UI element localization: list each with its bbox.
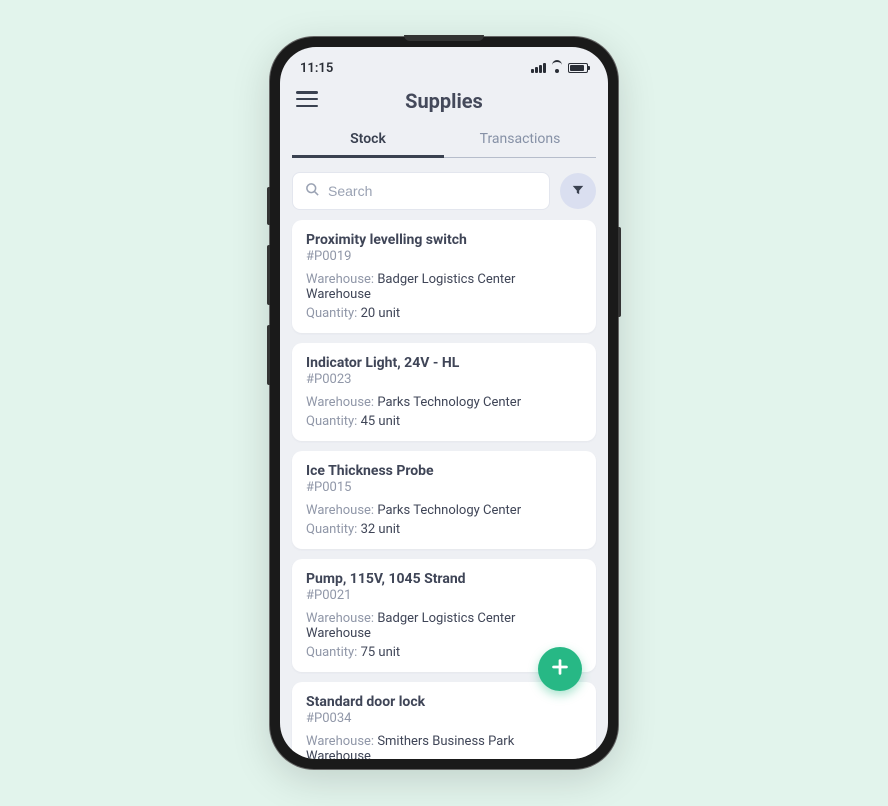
add-button[interactable] bbox=[538, 647, 582, 691]
item-name: Standard door lock bbox=[306, 694, 582, 710]
item-id: #P0021 bbox=[306, 588, 582, 603]
item-id: #P0019 bbox=[306, 249, 582, 264]
status-indicators bbox=[531, 63, 588, 73]
battery-icon bbox=[568, 63, 588, 73]
tabs: Stock Transactions bbox=[292, 123, 596, 158]
search-icon bbox=[305, 182, 320, 201]
item-id: #P0023 bbox=[306, 372, 582, 387]
list-item[interactable]: Standard door lock #P0034 Warehouse: Smi… bbox=[292, 682, 596, 759]
wifi-icon bbox=[550, 63, 564, 73]
filter-button[interactable] bbox=[560, 173, 596, 209]
item-warehouse: Warehouse: Parks Technology Center bbox=[306, 503, 582, 518]
tab-label: Stock bbox=[350, 131, 386, 147]
item-quantity: Quantity: 20 unit bbox=[306, 306, 582, 321]
item-warehouse: Warehouse: Badger Logistics Center Wareh… bbox=[306, 611, 582, 641]
list-item[interactable]: Indicator Light, 24V - HL #P0023 Warehou… bbox=[292, 343, 596, 441]
app-header: Supplies bbox=[280, 83, 608, 123]
item-warehouse: Warehouse: Smithers Business Park Wareho… bbox=[306, 734, 582, 759]
filter-icon bbox=[571, 182, 585, 201]
phone-frame: 11:15 Supplies Stock Transactions bbox=[270, 37, 618, 769]
app-screen: 11:15 Supplies Stock Transactions bbox=[280, 47, 608, 759]
status-time: 11:15 bbox=[300, 61, 333, 76]
status-bar: 11:15 bbox=[280, 47, 608, 83]
plus-icon bbox=[549, 656, 571, 682]
item-warehouse: Warehouse: Badger Logistics Center Wareh… bbox=[306, 272, 582, 302]
item-name: Indicator Light, 24V - HL bbox=[306, 355, 582, 371]
item-id: #P0015 bbox=[306, 480, 582, 495]
item-quantity: Quantity: 45 unit bbox=[306, 414, 582, 429]
item-quantity: Quantity: 32 unit bbox=[306, 522, 582, 537]
search-row bbox=[280, 158, 608, 220]
item-id: #P0034 bbox=[306, 711, 582, 726]
list-item[interactable]: Proximity levelling switch #P0019 Wareho… bbox=[292, 220, 596, 333]
tab-stock[interactable]: Stock bbox=[292, 123, 444, 157]
list-item[interactable]: Ice Thickness Probe #P0015 Warehouse: Pa… bbox=[292, 451, 596, 549]
page-title: Supplies bbox=[405, 89, 483, 113]
signal-icon bbox=[531, 63, 546, 73]
item-name: Pump, 115V, 1045 Strand bbox=[306, 571, 582, 587]
tab-transactions[interactable]: Transactions bbox=[444, 123, 596, 157]
tab-label: Transactions bbox=[480, 131, 561, 147]
item-name: Ice Thickness Probe bbox=[306, 463, 582, 479]
item-warehouse: Warehouse: Parks Technology Center bbox=[306, 395, 582, 410]
search-input[interactable] bbox=[328, 183, 537, 199]
search-box[interactable] bbox=[292, 172, 550, 210]
menu-button[interactable] bbox=[296, 91, 318, 107]
item-name: Proximity levelling switch bbox=[306, 232, 582, 248]
